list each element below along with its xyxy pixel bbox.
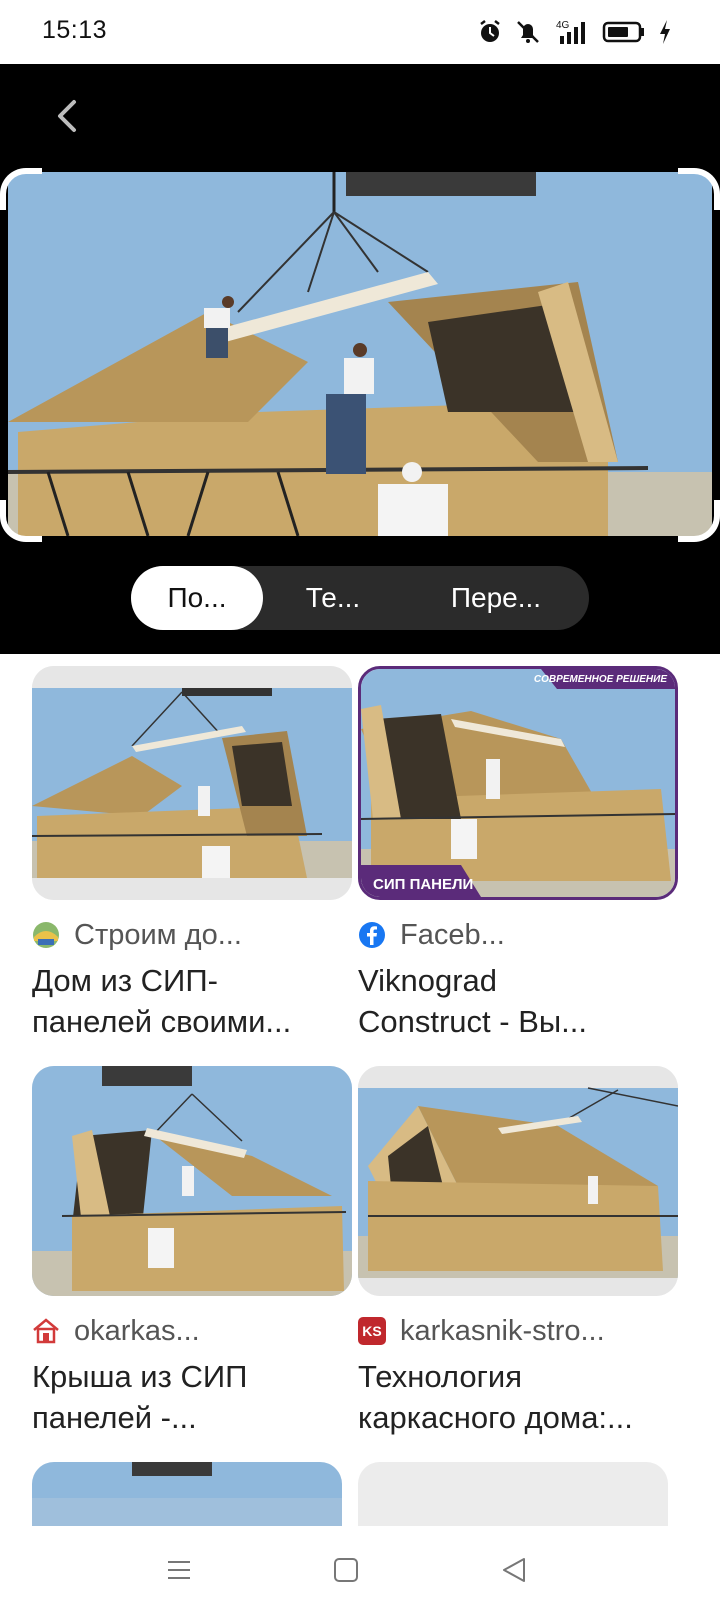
- tab-search[interactable]: По...: [131, 566, 263, 630]
- result-card[interactable]: СОВРЕМЕННОЕ РЕШЕНИЕ СИП ПАНЕЛИ Faceb... …: [358, 666, 678, 1042]
- lens-mode-selector: По... Те... Пере...: [131, 566, 589, 630]
- source-name: karkasnik-stro...: [400, 1314, 605, 1347]
- title-line: панелей своими...: [32, 1004, 292, 1039]
- home-square-icon: [334, 1558, 358, 1582]
- back-button[interactable]: [40, 88, 96, 144]
- result-title[interactable]: Технология каркасного дома:...: [358, 1356, 678, 1438]
- source-name: okarkas...: [74, 1314, 200, 1347]
- charging-icon: [658, 18, 672, 46]
- result-card[interactable]: okarkas... Крыша из СИП панелей -...: [32, 1066, 352, 1438]
- system-nav-bar: [0, 1526, 720, 1612]
- back-nav-button[interactable]: [490, 1546, 538, 1594]
- site-icon: [32, 921, 60, 949]
- result-thumbnail[interactable]: [32, 1462, 342, 1526]
- result-thumbnail[interactable]: [358, 1462, 668, 1526]
- mute-icon: [514, 18, 542, 46]
- source-name: Строим до...: [74, 918, 242, 951]
- crop-corner: [0, 168, 42, 210]
- network-label: 4G: [556, 20, 570, 31]
- result-title[interactable]: Дом из СИП- панелей своими...: [32, 960, 352, 1042]
- title-line: Construct - Вы...: [358, 1004, 588, 1039]
- crop-corner: [678, 500, 720, 542]
- chevron-left-icon: [58, 100, 76, 132]
- source-name: Faceb...: [400, 918, 505, 951]
- back-triangle-icon: [503, 1558, 525, 1582]
- overlay-top-label: СОВРЕМЕННОЕ РЕШЕНИЕ: [533, 674, 667, 685]
- title-line: Технология: [358, 1359, 523, 1394]
- overlay-bottom-label: СИП ПАНЕЛИ: [373, 876, 474, 893]
- ks-badge-icon: KS: [358, 1317, 386, 1345]
- status-bar: 15:13 4G: [0, 0, 720, 64]
- result-title[interactable]: Viknograd Construct - Вы...: [358, 960, 678, 1042]
- result-title[interactable]: Крыша из СИП панелей -...: [32, 1356, 352, 1438]
- image-viewer: По... Те... Пере...: [0, 64, 720, 654]
- result-thumbnail[interactable]: СОВРЕМЕННОЕ РЕШЕНИЕ СИП ПАНЕЛИ: [358, 666, 678, 900]
- title-line: панелей -...: [32, 1400, 197, 1435]
- crop-corner: [0, 500, 42, 542]
- tab-translate[interactable]: Пере...: [403, 566, 589, 630]
- alarm-icon: [478, 18, 502, 46]
- preview-image[interactable]: [8, 172, 712, 536]
- result-source[interactable]: okarkas...: [32, 1314, 352, 1348]
- menu-nav-button[interactable]: [155, 1546, 203, 1594]
- status-time: 15:13: [42, 16, 108, 44]
- title-line: Viknograd: [358, 963, 498, 998]
- tab-text[interactable]: Те...: [263, 566, 403, 630]
- title-line: Дом из СИП-: [32, 963, 218, 998]
- ks-badge-text: KS: [362, 1323, 382, 1339]
- facebook-icon: [358, 921, 386, 949]
- result-thumbnail[interactable]: [32, 1066, 352, 1296]
- signal-icon: 4G: [554, 18, 590, 46]
- result-card[interactable]: KS karkasnik-stro... Технология каркасно…: [358, 1066, 678, 1438]
- result-source[interactable]: Строим до...: [32, 918, 352, 952]
- battery-icon: [602, 18, 646, 46]
- result-source[interactable]: Faceb...: [358, 918, 678, 952]
- title-line: каркасного дома:...: [358, 1400, 633, 1435]
- home-nav-button[interactable]: [322, 1546, 370, 1594]
- house-icon: [32, 1317, 60, 1345]
- title-line: Крыша из СИП: [32, 1359, 248, 1394]
- result-thumbnail[interactable]: [32, 666, 352, 900]
- crop-corner: [678, 168, 720, 210]
- result-source[interactable]: KS karkasnik-stro...: [358, 1314, 678, 1348]
- menu-icon: [168, 1561, 190, 1579]
- result-thumbnail[interactable]: [358, 1066, 678, 1296]
- status-icons: 4G: [478, 18, 672, 46]
- result-card[interactable]: Строим до... Дом из СИП- панелей своими.…: [32, 666, 352, 1042]
